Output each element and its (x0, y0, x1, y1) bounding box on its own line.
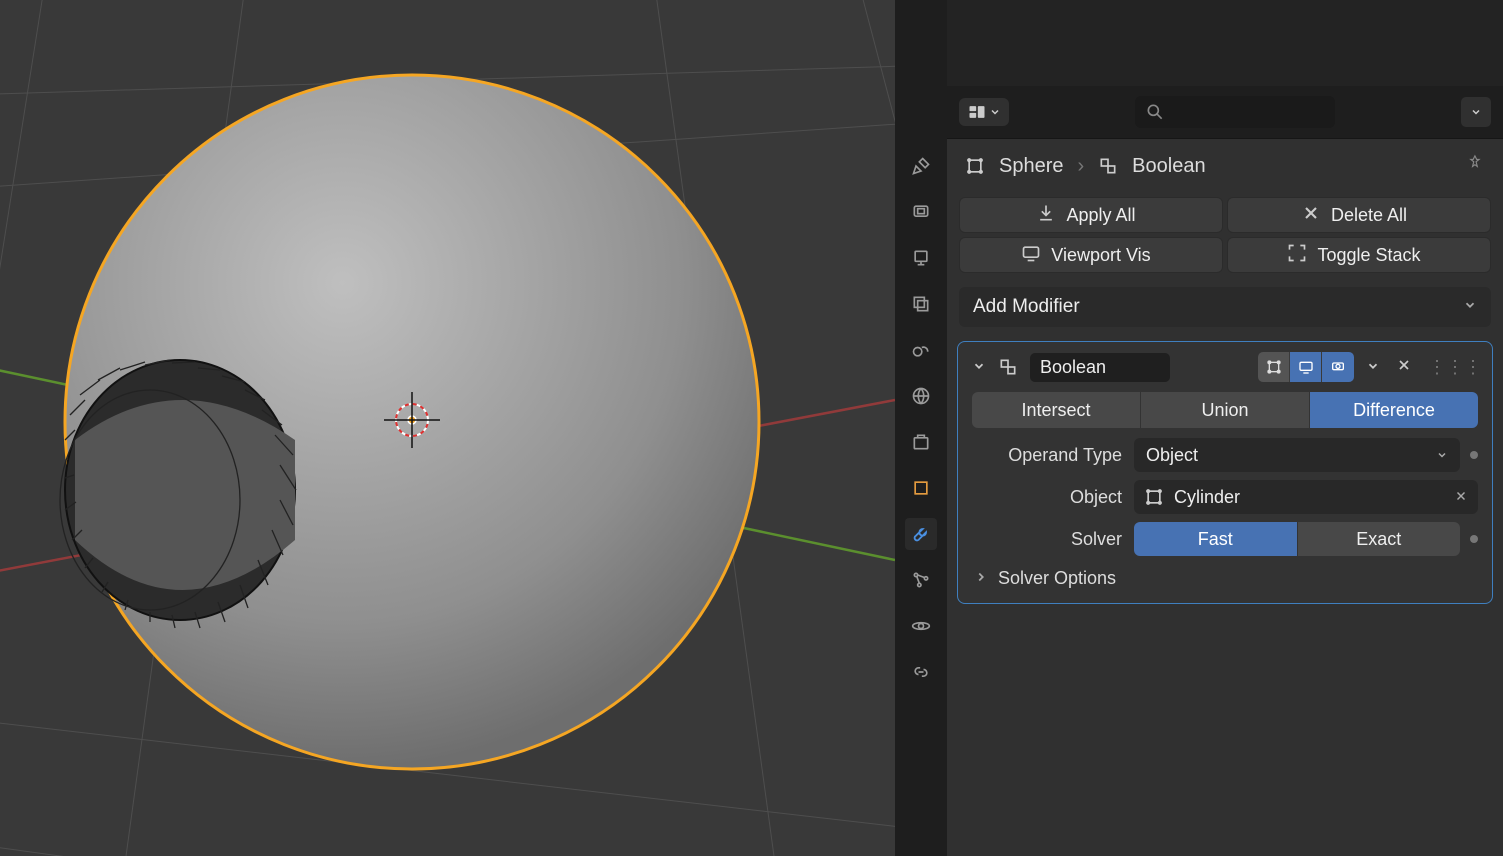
tool-tab-icon[interactable] (905, 150, 937, 182)
download-icon (1036, 203, 1056, 228)
pin-icon[interactable] (1465, 153, 1485, 179)
world-tab-icon[interactable] (905, 380, 937, 412)
viewport-vis-label: Viewport Vis (1051, 245, 1150, 266)
show-render-toggle[interactable] (1322, 352, 1354, 382)
particles-tab-icon[interactable] (905, 564, 937, 596)
operation-difference[interactable]: Difference (1310, 392, 1478, 428)
operand-type-row: Operand Type Object (972, 438, 1478, 472)
add-modifier-dropdown[interactable]: Add Modifier (959, 287, 1491, 327)
3d-viewport[interactable] (0, 0, 895, 856)
breadcrumb-object[interactable]: Sphere (999, 155, 1064, 178)
operation-union[interactable]: Union (1141, 392, 1310, 428)
breadcrumb-separator: › (1078, 155, 1085, 178)
render-tab-icon[interactable] (905, 196, 937, 228)
animate-dot[interactable] (1470, 451, 1478, 459)
mesh-icon (1144, 487, 1164, 507)
physics-tab-icon[interactable] (905, 610, 937, 642)
operation-segmented: Intersect Union Difference (972, 392, 1478, 428)
modifier-icon (1098, 156, 1118, 176)
display-switcher[interactable] (959, 98, 1009, 126)
properties-tab-strip (895, 0, 947, 856)
object-field[interactable]: Cylinder (1134, 480, 1478, 514)
solver-options-label: Solver Options (998, 568, 1116, 589)
viewlayer-tab-icon[interactable] (905, 288, 937, 320)
toggle-stack-label: Toggle Stack (1317, 245, 1420, 266)
object-label: Object (972, 487, 1122, 508)
expand-icon (1287, 243, 1307, 268)
delete-all-button[interactable]: Delete All (1227, 197, 1491, 233)
apply-all-button[interactable]: Apply All (959, 197, 1223, 233)
modifier-extras-menu[interactable] (1362, 357, 1384, 378)
chevron-down-icon (1436, 445, 1448, 466)
close-icon (1301, 203, 1321, 228)
operand-type-value: Object (1146, 445, 1198, 466)
panel-top-spacer (947, 0, 1503, 86)
solver-exact[interactable]: Exact (1298, 522, 1461, 556)
animate-dot[interactable] (1470, 535, 1478, 543)
modifier-name-field[interactable]: Boolean (1030, 353, 1170, 382)
operation-intersect[interactable]: Intersect (972, 392, 1141, 428)
scene-tab-icon[interactable] (905, 334, 937, 366)
solver-segmented: Fast Exact (1134, 522, 1460, 556)
solver-options-expander[interactable]: Solver Options (974, 568, 1476, 589)
breadcrumb: Sphere › Boolean (947, 139, 1503, 193)
collapse-toggle[interactable] (968, 357, 990, 378)
operand-type-dropdown[interactable]: Object (1134, 438, 1460, 472)
boolean-modifier-panel: Boolean ⋮⋮⋮ Intersect Union Difference O… (957, 341, 1493, 604)
add-modifier-label: Add Modifier (973, 296, 1080, 318)
solver-fast[interactable]: Fast (1134, 522, 1298, 556)
chevron-right-icon (974, 568, 988, 589)
screen-icon (1021, 243, 1041, 268)
object-row: Object Cylinder (972, 480, 1478, 514)
output-tab-icon[interactable] (905, 242, 937, 274)
toggle-stack-button[interactable]: Toggle Stack (1227, 237, 1491, 273)
show-viewport-toggle[interactable] (1290, 352, 1322, 382)
apply-all-label: Apply All (1066, 205, 1135, 226)
delete-all-label: Delete All (1331, 205, 1407, 226)
viewport-vis-button[interactable]: Viewport Vis (959, 237, 1223, 273)
object-icon (965, 156, 985, 176)
clear-object-button[interactable] (1454, 487, 1468, 508)
modifier-quick-buttons: Apply All Delete All Viewport Vis Toggle… (947, 193, 1503, 277)
collection-tab-icon[interactable] (905, 426, 937, 458)
search-icon (1145, 102, 1165, 122)
solver-row: Solver Fast Exact (972, 522, 1478, 556)
modifier-tab-icon[interactable] (905, 518, 937, 550)
modifier-delete-button[interactable] (1392, 357, 1416, 378)
boolean-icon (998, 357, 1018, 377)
constraints-tab-icon[interactable] (905, 656, 937, 688)
properties-search-row (947, 86, 1503, 139)
viewport-scene (0, 0, 895, 856)
properties-search-input[interactable] (1135, 96, 1335, 128)
object-value: Cylinder (1174, 487, 1240, 508)
properties-panel: Sphere › Boolean Apply All Delete All Vi… (947, 0, 1503, 856)
options-button[interactable] (1461, 97, 1491, 127)
operand-type-label: Operand Type (972, 445, 1122, 466)
solver-label: Solver (972, 529, 1122, 550)
breadcrumb-modifier[interactable]: Boolean (1132, 155, 1205, 178)
show-editmode-toggle[interactable] (1258, 352, 1290, 382)
object-tab-icon[interactable] (905, 472, 937, 504)
modifier-header: Boolean ⋮⋮⋮ (968, 352, 1482, 382)
chevron-down-icon (1463, 296, 1477, 318)
modifier-visibility-toggles (1258, 352, 1354, 382)
drag-handle-icon[interactable]: ⋮⋮⋮ (1428, 357, 1482, 378)
